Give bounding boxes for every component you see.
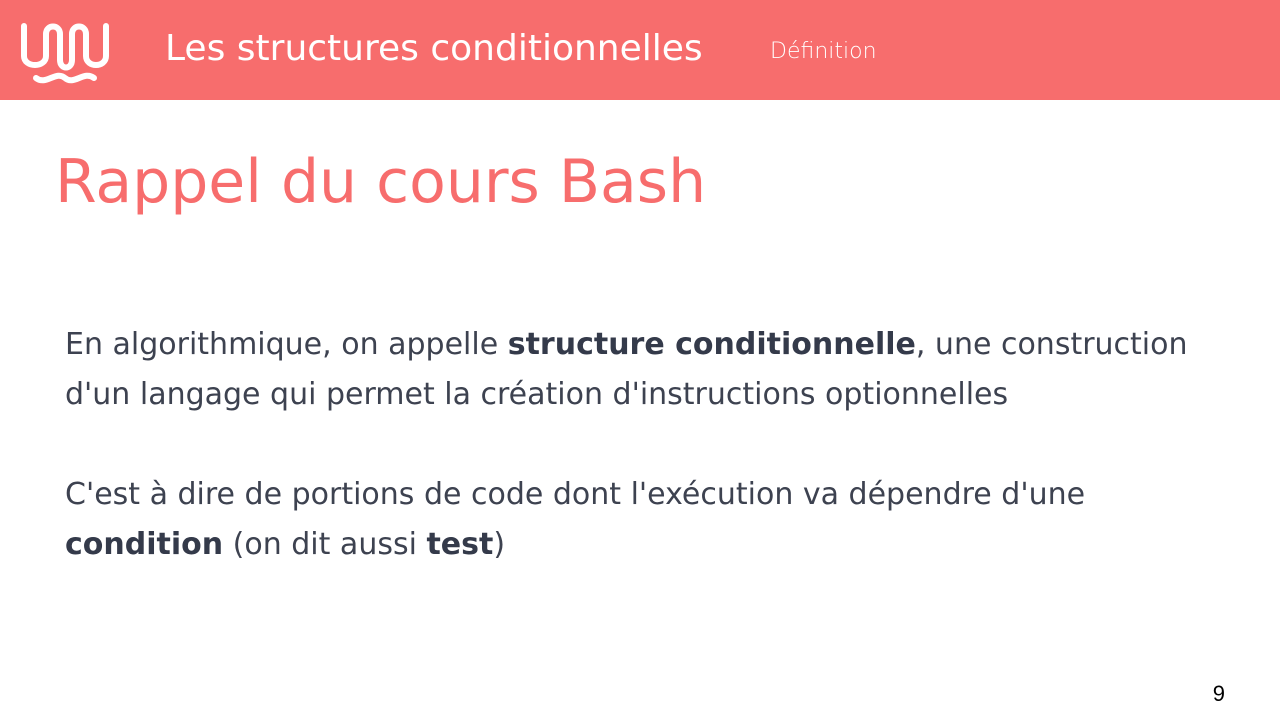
header-section-label: Définition (770, 39, 877, 64)
page-title: Rappel du cours Bash (55, 147, 707, 217)
paragraph-1-bold-term: structure conditionnelle (507, 327, 916, 362)
paragraph-2-bold-condition: condition (65, 527, 224, 562)
paragraph-2-text-start: C'est à dire de portions de code dont l'… (65, 477, 1086, 512)
paragraph-definition: En algorithmique, on appelle structure c… (65, 320, 1215, 420)
wavy-loop-logo-icon (21, 23, 109, 84)
paragraph-explanation: C'est à dire de portions de code dont l'… (65, 470, 1215, 570)
page-number: 9 (1212, 681, 1225, 706)
header-bar: Les structures conditionnelles Définitio… (0, 0, 1280, 100)
header-title: Les structures conditionnelles (165, 28, 703, 69)
paragraph-2-text-end: ) (493, 527, 506, 562)
paragraph-2-text-middle: (on dit aussi (223, 527, 427, 562)
body-text: En algorithmique, on appelle structure c… (65, 320, 1215, 570)
slide: Les structures conditionnelles Définitio… (0, 0, 1280, 720)
paragraph-2-bold-test: test (426, 527, 494, 562)
paragraph-1-text-start: En algorithmique, on appelle (65, 327, 508, 362)
